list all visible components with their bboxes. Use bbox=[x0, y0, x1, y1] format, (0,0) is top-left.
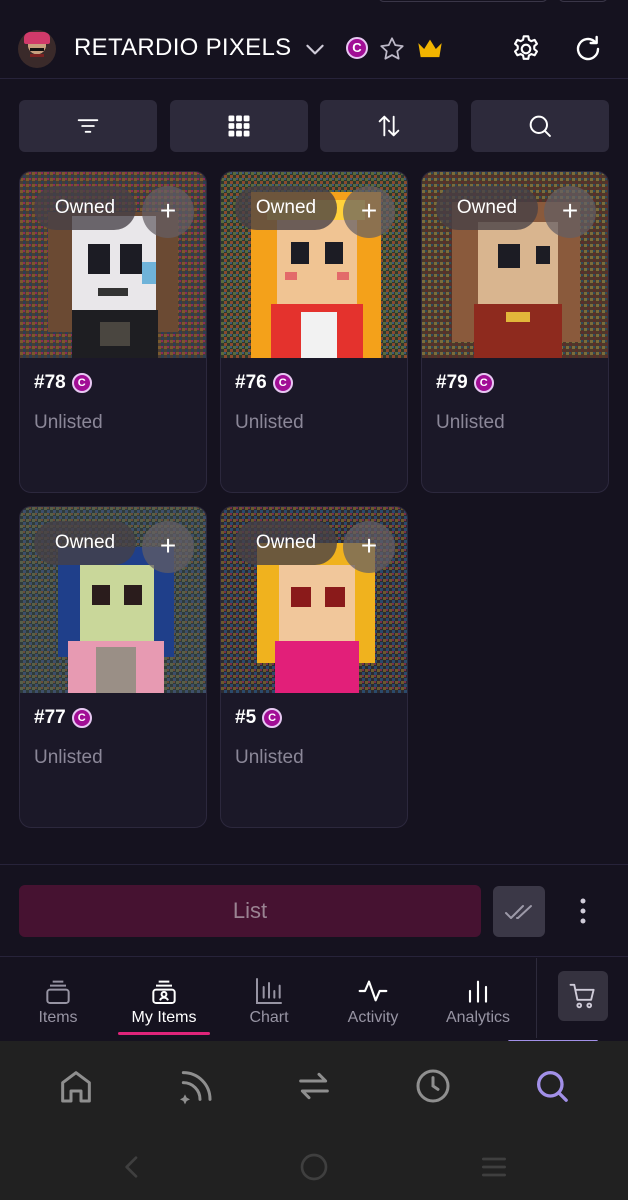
search-icon bbox=[529, 115, 551, 137]
item-number-text: #5 bbox=[235, 707, 257, 728]
chain-badge: C bbox=[71, 373, 92, 393]
filter-toolbar bbox=[19, 100, 609, 152]
item-status: Unlisted bbox=[34, 412, 103, 433]
sort-button[interactable] bbox=[320, 100, 458, 152]
top-field-remnant bbox=[378, 0, 548, 2]
item-status: Unlisted bbox=[235, 412, 304, 433]
history-icon[interactable] bbox=[413, 1066, 453, 1106]
active-tab-indicator bbox=[118, 1032, 210, 1035]
chain-badge: C bbox=[272, 373, 293, 393]
add-to-cart-button[interactable]: + bbox=[142, 186, 194, 238]
analytics-icon bbox=[468, 980, 488, 1003]
recents-icon[interactable] bbox=[478, 1151, 510, 1183]
tab-label: Items bbox=[38, 1009, 78, 1026]
top-status-remnant bbox=[0, 0, 628, 8]
list-button[interactable]: List bbox=[19, 885, 481, 937]
activity-icon bbox=[358, 980, 388, 1002]
add-to-cart-button[interactable]: + bbox=[544, 186, 596, 238]
item-number-text: #76 bbox=[235, 372, 267, 393]
home-circle-icon[interactable] bbox=[298, 1151, 330, 1183]
item-card[interactable]: Owned + #78 C Unlisted bbox=[19, 171, 207, 493]
tab-chart[interactable]: Chart bbox=[219, 957, 319, 1041]
owned-badge: Owned bbox=[436, 186, 538, 230]
tab-label: Chart bbox=[249, 1009, 289, 1026]
chain-badge: C bbox=[262, 708, 283, 728]
home-icon[interactable] bbox=[56, 1066, 96, 1106]
bar-chart-icon bbox=[256, 978, 282, 1004]
add-to-cart-button[interactable]: + bbox=[343, 521, 395, 573]
more-options-icon[interactable] bbox=[572, 896, 594, 926]
chain-badge: C bbox=[346, 37, 368, 59]
owned-badge: Owned bbox=[235, 521, 337, 565]
user-stack-icon bbox=[152, 980, 176, 1004]
add-to-cart-button[interactable]: + bbox=[343, 186, 395, 238]
owned-badge: Owned bbox=[235, 186, 337, 230]
item-card[interactable]: Owned + #5 C Unlisted bbox=[220, 506, 408, 828]
tabs-cart-divider bbox=[536, 958, 537, 1038]
item-number: #78 C bbox=[34, 372, 92, 394]
search-button[interactable] bbox=[471, 100, 609, 152]
filter-icon bbox=[77, 119, 99, 133]
item-number-text: #79 bbox=[436, 372, 468, 393]
grid-icon bbox=[228, 115, 250, 137]
add-to-cart-button[interactable]: + bbox=[142, 521, 194, 573]
item-number: #79 C bbox=[436, 372, 494, 394]
owned-badge: Owned bbox=[34, 521, 136, 565]
filter-button[interactable] bbox=[19, 100, 157, 152]
item-number: #76 C bbox=[235, 372, 293, 394]
owned-badge: Owned bbox=[34, 186, 136, 230]
chain-badge: C bbox=[71, 708, 92, 728]
item-status: Unlisted bbox=[34, 747, 103, 768]
tab-label: Activity bbox=[347, 1009, 399, 1026]
stack-icon bbox=[46, 980, 70, 1004]
chain-badge: C bbox=[473, 373, 494, 393]
search-icon[interactable] bbox=[532, 1066, 572, 1106]
collection-header: RETARDIO PIXELS C bbox=[0, 22, 628, 74]
item-status: Unlisted bbox=[235, 747, 304, 768]
chevron-down-icon[interactable] bbox=[302, 36, 328, 62]
double-check-icon bbox=[505, 904, 532, 919]
feed-icon[interactable] bbox=[175, 1066, 215, 1106]
item-card[interactable]: Owned + #79 C Unlisted bbox=[421, 171, 609, 493]
tab-my-items[interactable]: My Items bbox=[114, 957, 214, 1041]
item-number-text: #77 bbox=[34, 707, 66, 728]
swap-icon[interactable] bbox=[294, 1066, 334, 1106]
tab-items[interactable]: Items bbox=[8, 957, 108, 1041]
crown-icon bbox=[418, 39, 442, 58]
refresh-icon[interactable] bbox=[572, 33, 604, 65]
cart-button[interactable] bbox=[558, 971, 608, 1021]
back-icon[interactable] bbox=[116, 1151, 148, 1183]
tab-label: My Items bbox=[131, 1009, 197, 1026]
grid-view-button[interactable] bbox=[170, 100, 308, 152]
item-number: #5 C bbox=[235, 707, 283, 729]
tab-label: Analytics bbox=[445, 1009, 511, 1026]
collection-avatar[interactable] bbox=[18, 30, 56, 68]
app-navigation bbox=[0, 1041, 628, 1133]
actions-divider bbox=[0, 864, 628, 865]
sort-icon bbox=[378, 115, 400, 137]
item-number: #77 C bbox=[34, 707, 92, 729]
item-status: Unlisted bbox=[436, 412, 505, 433]
item-number-text: #78 bbox=[34, 372, 66, 393]
select-all-button[interactable] bbox=[493, 886, 545, 937]
star-icon[interactable] bbox=[378, 35, 406, 63]
collection-title[interactable]: RETARDIO PIXELS bbox=[74, 34, 291, 62]
section-tabs: Items My Items Chart Activity Analytics bbox=[0, 957, 628, 1041]
header-divider bbox=[0, 78, 628, 79]
top-button-remnant bbox=[558, 0, 608, 2]
item-card[interactable]: Owned + #77 C Unlisted bbox=[19, 506, 207, 828]
item-card[interactable]: Owned + #76 C Unlisted bbox=[220, 171, 408, 493]
cart-icon bbox=[569, 983, 595, 1009]
tab-activity[interactable]: Activity bbox=[323, 957, 423, 1041]
gear-icon[interactable] bbox=[510, 33, 542, 65]
system-navigation bbox=[0, 1133, 628, 1200]
tab-analytics[interactable]: Analytics bbox=[428, 957, 528, 1041]
